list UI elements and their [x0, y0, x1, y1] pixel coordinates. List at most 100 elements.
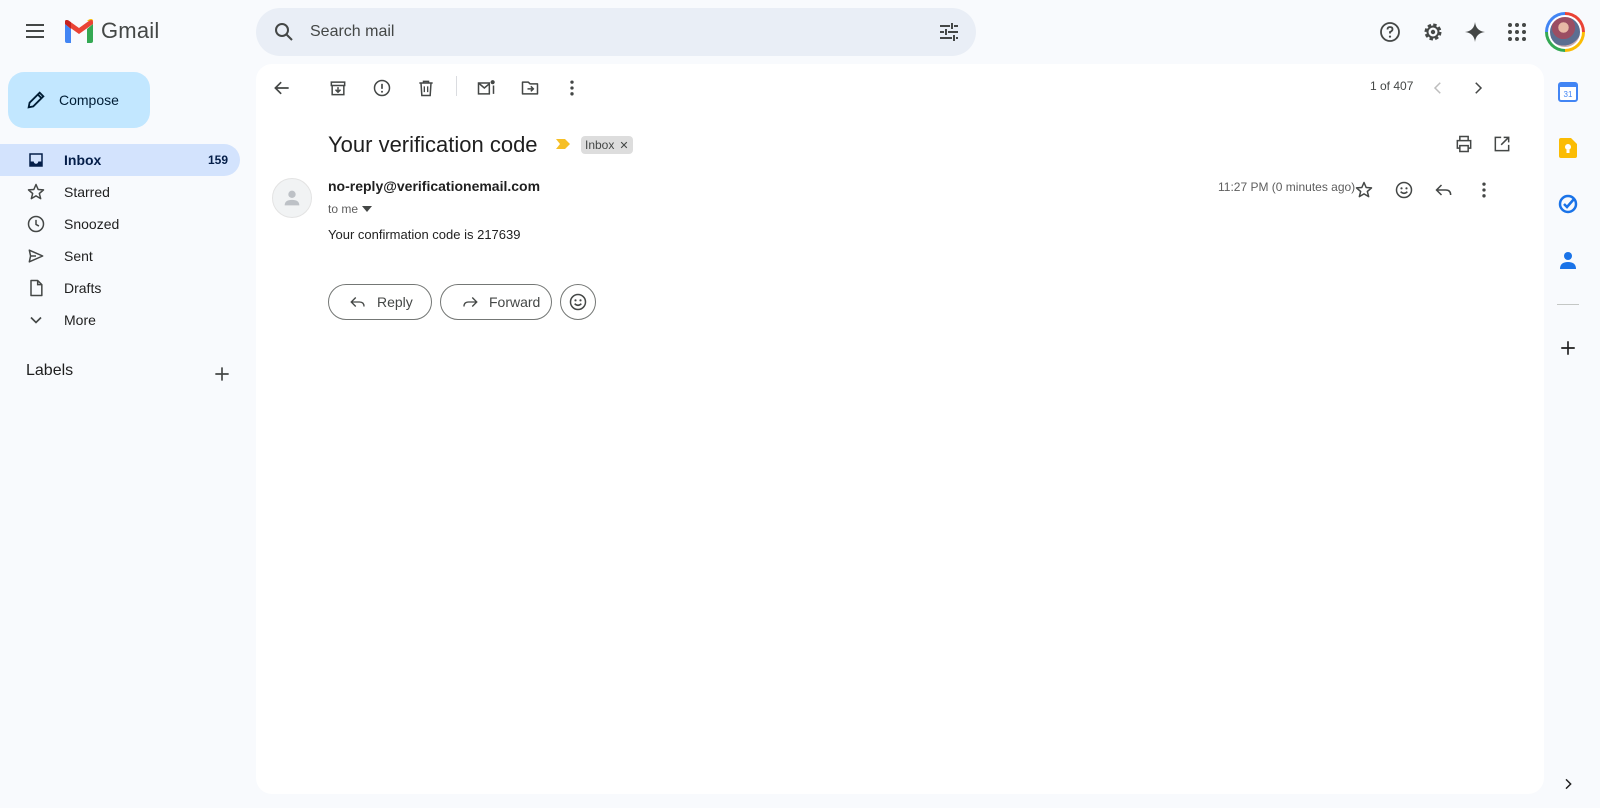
delete-button[interactable] [406, 68, 446, 108]
main-menu-button[interactable] [15, 11, 55, 51]
tune-icon [940, 23, 958, 41]
get-addons-button[interactable] [1552, 332, 1584, 364]
label-chip-inbox[interactable]: Inbox ✕ [581, 136, 633, 154]
mark-unread-icon [477, 80, 495, 95]
move-folder-icon [521, 81, 539, 95]
more-vert-icon [1482, 182, 1486, 198]
gear-icon [1424, 23, 1442, 41]
sidebar-item-label: Snoozed [64, 216, 120, 232]
rail-divider [1557, 304, 1579, 305]
unread-count: 159 [207, 153, 228, 167]
pencil-icon [27, 91, 45, 109]
star-icon [1355, 181, 1373, 198]
keep-icon [1559, 138, 1577, 158]
sidebar-item-snoozed[interactable]: Snoozed [0, 208, 240, 240]
draft-icon [30, 279, 43, 297]
recipient-details[interactable]: to me [328, 202, 373, 216]
add-reaction-button[interactable] [1384, 170, 1424, 210]
tasks-app-button[interactable] [1552, 188, 1584, 220]
importance-marker-icon[interactable] [556, 139, 570, 149]
chevron-left-icon [1433, 82, 1441, 94]
more-vert-icon [570, 80, 574, 96]
send-icon [28, 249, 44, 263]
open-new-window-button[interactable] [1482, 124, 1522, 164]
search-options-button[interactable] [929, 12, 969, 52]
apps-grid-icon [1508, 23, 1526, 41]
trash-icon [419, 80, 433, 97]
toolbar-divider [456, 76, 457, 96]
sidebar-item-inbox[interactable]: Inbox 159 [0, 144, 240, 176]
compose-button[interactable]: Compose [8, 72, 150, 128]
recipient-text: to me [328, 202, 359, 216]
sidebar-item-label: Inbox [64, 152, 102, 168]
sidebar-item-drafts[interactable]: Drafts [0, 272, 240, 304]
print-all-button[interactable] [1444, 124, 1484, 164]
svg-text:31: 31 [1564, 90, 1573, 99]
plus-icon [1561, 341, 1575, 355]
emoji-icon [1395, 181, 1413, 199]
print-icon [1456, 135, 1472, 153]
reply-button[interactable]: Reply [328, 284, 432, 320]
remove-label-icon[interactable]: ✕ [619, 139, 628, 152]
archive-button[interactable] [318, 68, 358, 108]
sidebar-item-label: Starred [64, 184, 110, 200]
show-side-panel-button[interactable] [1552, 768, 1584, 800]
forward-button[interactable]: Forward [440, 284, 552, 320]
plus-icon [215, 367, 229, 381]
message-timestamp: 11:27 PM (0 minutes ago) [1218, 180, 1356, 194]
newer-button[interactable] [1418, 68, 1458, 108]
reply-button-header[interactable] [1424, 170, 1464, 210]
search-bar[interactable] [256, 8, 976, 56]
search-input[interactable] [310, 8, 870, 56]
google-apps-button[interactable] [1497, 12, 1537, 52]
gmail-logo[interactable]: Gmail [63, 18, 159, 44]
move-to-button[interactable] [510, 68, 550, 108]
sender-address[interactable]: no-reply@verificationemail.com [328, 178, 540, 194]
more-actions-button[interactable] [552, 68, 592, 108]
settings-button[interactable] [1413, 12, 1453, 52]
keep-app-button[interactable] [1552, 132, 1584, 164]
reply-icon [350, 297, 365, 307]
sidebar-item-starred[interactable]: Starred [0, 176, 240, 208]
inbox-icon [29, 153, 43, 167]
calendar-icon: 31 [1558, 82, 1578, 102]
search-button[interactable] [264, 12, 304, 52]
sidebar-item-label: More [64, 312, 96, 328]
sidebar-item-label: Sent [64, 248, 93, 264]
reply-icon [1435, 184, 1452, 196]
report-spam-button[interactable] [362, 68, 402, 108]
emoji-reaction-button[interactable] [560, 284, 596, 320]
labels-heading: Labels [26, 362, 74, 379]
hamburger-menu-icon [26, 24, 44, 38]
chevron-right-icon [1565, 778, 1572, 790]
email-subject: Your verification code [328, 132, 538, 157]
compose-label: Compose [59, 92, 119, 108]
caret-down-icon [362, 206, 373, 212]
gemini-button[interactable] [1455, 12, 1495, 52]
sender-avatar[interactable] [272, 178, 312, 218]
account-avatar[interactable] [1545, 12, 1585, 52]
create-label-button[interactable] [202, 354, 242, 394]
email-body: Your confirmation code is 217639 [328, 227, 521, 242]
mark-unread-button[interactable] [466, 68, 506, 108]
person-icon [284, 190, 300, 206]
sidebar-item-more[interactable]: More [0, 304, 240, 336]
contacts-app-button[interactable] [1552, 244, 1584, 276]
help-icon [1380, 22, 1400, 42]
message-counter: 1 of 407 [1370, 79, 1414, 93]
sidebar-item-label: Drafts [64, 280, 102, 296]
star-message-button[interactable] [1344, 170, 1384, 210]
message-more-button[interactable] [1464, 170, 1504, 210]
archive-icon [330, 81, 346, 96]
support-button[interactable] [1370, 12, 1410, 52]
email-view: 1 of 407 Your verification code Inbox ✕ … [256, 64, 1544, 794]
calendar-app-button[interactable]: 31 [1552, 76, 1584, 108]
sparkle-icon [1465, 22, 1485, 42]
back-button[interactable] [262, 68, 302, 108]
clock-icon [27, 215, 45, 233]
sidebar-item-sent[interactable]: Sent [0, 240, 240, 272]
older-button[interactable] [1458, 68, 1498, 108]
label-chip-text: Inbox [585, 138, 615, 152]
arrow-back-icon [274, 81, 289, 95]
forward-icon [463, 297, 478, 307]
